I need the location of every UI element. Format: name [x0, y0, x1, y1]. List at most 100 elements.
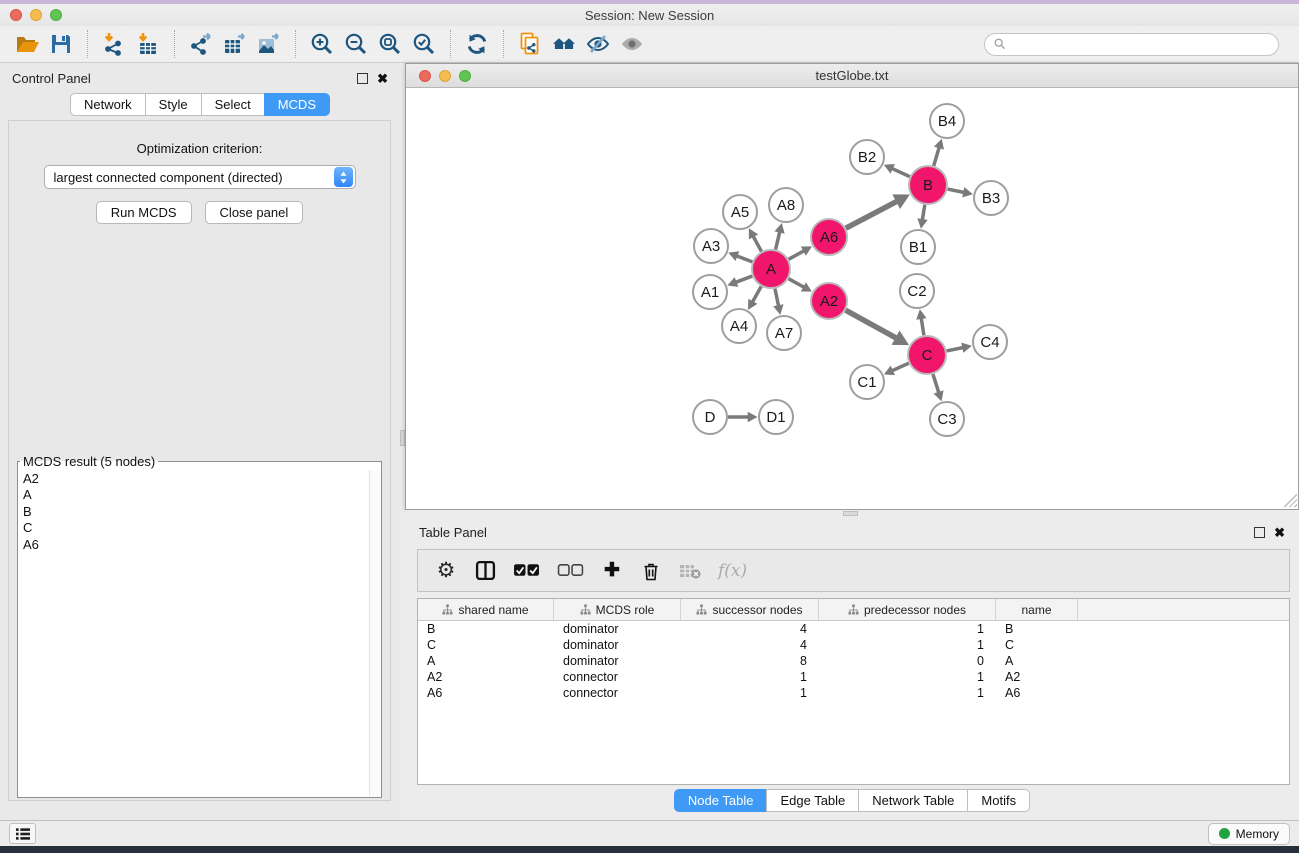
save-session-icon[interactable]: [44, 29, 78, 59]
zoom-selected-icon[interactable]: [407, 29, 441, 59]
table-options-icon[interactable]: ⚙: [435, 558, 457, 584]
column-header-name[interactable]: name: [996, 599, 1078, 620]
search-field[interactable]: [1012, 37, 1270, 51]
first-neighbors-icon[interactable]: [547, 29, 581, 59]
divider-grip[interactable]: [843, 511, 858, 516]
float-panel-icon[interactable]: [357, 73, 368, 84]
graph-node-label: C4: [980, 334, 999, 351]
table-row[interactable]: A6 connector 1 1 A6: [418, 685, 1289, 701]
table-toolbar: ⚙ ✚ f(x): [417, 549, 1290, 592]
graph-node-label: D1: [766, 409, 785, 426]
resize-grip[interactable]: [1284, 494, 1297, 507]
zoom-out-icon[interactable]: [339, 29, 373, 59]
new-network-from-selection-icon[interactable]: [513, 29, 547, 59]
attribute-icon: [580, 604, 591, 615]
toolbar-separator: [295, 30, 296, 58]
table-row[interactable]: A2 connector 1 1 A2: [418, 669, 1289, 685]
network-close-button[interactable]: [419, 70, 431, 82]
import-network-icon[interactable]: [97, 29, 131, 59]
app-titlebar: Session: New Session: [0, 4, 1299, 26]
list-item[interactable]: A6: [19, 537, 368, 553]
run-mcds-button[interactable]: Run MCDS: [96, 201, 192, 224]
tab-motifs[interactable]: Motifs: [967, 789, 1030, 812]
tab-mcds[interactable]: MCDS: [264, 93, 330, 116]
graph-node-label: C1: [857, 374, 876, 391]
table-row[interactable]: A dominator 8 0 A: [418, 653, 1289, 669]
float-panel-icon[interactable]: [1254, 527, 1265, 538]
list-item[interactable]: A2: [19, 471, 368, 487]
session-title: Session: New Session: [585, 8, 714, 23]
unselect-all-columns-icon[interactable]: [557, 558, 584, 584]
mcds-result-list: A2ABCA6: [19, 471, 368, 796]
zoom-fit-icon[interactable]: [373, 29, 407, 59]
search-input[interactable]: [984, 33, 1279, 56]
column-header-successor-nodes[interactable]: successor nodes: [681, 599, 819, 620]
apply-layout-icon[interactable]: [460, 29, 494, 59]
attribute-icon: [848, 604, 859, 615]
task-history-button[interactable]: [9, 823, 36, 844]
column-header-mcds-role[interactable]: MCDS role: [554, 599, 681, 620]
criterion-select[interactable]: largest connected component (directed): [44, 165, 356, 189]
graph-node-label: B: [923, 177, 933, 194]
tab-network[interactable]: Network: [70, 93, 145, 116]
table-row[interactable]: B dominator 4 1 B: [418, 621, 1289, 637]
select-all-columns-icon[interactable]: [513, 558, 540, 584]
graph-node-label: A1: [701, 284, 719, 301]
list-item[interactable]: A: [19, 487, 368, 503]
table-row[interactable]: C dominator 4 1 C: [418, 637, 1289, 653]
horizontal-split-divider[interactable]: [405, 510, 1299, 517]
import-table-icon[interactable]: [131, 29, 165, 59]
column-header-shared-name[interactable]: shared name: [418, 599, 554, 620]
close-panel-icon[interactable]: ✖: [1274, 526, 1285, 539]
tab-network-table[interactable]: Network Table: [858, 789, 967, 812]
delete-columns-icon[interactable]: [640, 558, 662, 584]
close-window-button[interactable]: [10, 9, 22, 21]
network-canvas[interactable]: B4B2BB3A5A8A6A3B1AA1C2A2A4A7C4CC1C3DD1: [406, 88, 1298, 508]
graph-edge-C-C1: [890, 363, 909, 371]
toolbar-separator: [87, 30, 88, 58]
graph-edge-A-A2: [789, 279, 806, 289]
tab-style[interactable]: Style: [145, 93, 201, 116]
function-builder-icon[interactable]: f(x): [718, 558, 747, 584]
tab-node-table[interactable]: Node Table: [674, 789, 767, 812]
scrollbar[interactable]: [369, 470, 380, 796]
network-view-window: testGlobe.txt B4B2BB3A5A8A6A3B1AA1C2A2A4…: [405, 63, 1299, 510]
show-all-icon[interactable]: [615, 29, 649, 59]
graph-edge-arrowhead: [748, 412, 758, 423]
graph-node-label: A6: [820, 229, 838, 246]
zoom-in-icon[interactable]: [305, 29, 339, 59]
graph-edge-A-A6: [789, 250, 806, 260]
close-panel-button[interactable]: Close panel: [205, 201, 304, 224]
hide-selection-icon[interactable]: [581, 29, 615, 59]
status-bar: Memory: [0, 820, 1299, 846]
graph-edge-B-B4: [934, 145, 940, 166]
minimize-window-button[interactable]: [30, 9, 42, 21]
graph-edge-arrowhead: [916, 309, 926, 319]
list-item[interactable]: C: [19, 520, 368, 536]
add-column-icon[interactable]: ✚: [601, 558, 623, 584]
graph-node-label: B4: [938, 113, 956, 130]
graph-node-label: B2: [858, 149, 876, 166]
open-file-icon[interactable]: [10, 29, 44, 59]
close-panel-icon[interactable]: ✖: [377, 72, 388, 85]
list-item[interactable]: B: [19, 504, 368, 520]
export-image-icon[interactable]: [252, 29, 286, 59]
browse-mode-icon[interactable]: [474, 558, 496, 584]
memory-button[interactable]: Memory: [1208, 823, 1290, 845]
graph-edge-arrowhead: [917, 218, 927, 229]
graph-node-label: D: [705, 409, 716, 426]
graph-node-label: A2: [820, 293, 838, 310]
delete-table-icon[interactable]: [679, 558, 701, 584]
control-panel-tabs: Network Style Select MCDS: [0, 93, 400, 116]
table-panel: Table Panel ✖ ⚙ ✚ f(x) shared name: [405, 517, 1299, 820]
table-body: B dominator 4 1 B C dominator 4 1 C A do…: [418, 621, 1289, 701]
export-network-icon[interactable]: [184, 29, 218, 59]
export-table-icon[interactable]: [218, 29, 252, 59]
network-zoom-button[interactable]: [459, 70, 471, 82]
column-header-predecessor-nodes[interactable]: predecessor nodes: [819, 599, 996, 620]
zoom-window-button[interactable]: [50, 9, 62, 21]
tab-edge-table[interactable]: Edge Table: [766, 789, 858, 812]
attribute-icon: [696, 604, 707, 615]
network-minimize-button[interactable]: [439, 70, 451, 82]
tab-select[interactable]: Select: [201, 93, 264, 116]
